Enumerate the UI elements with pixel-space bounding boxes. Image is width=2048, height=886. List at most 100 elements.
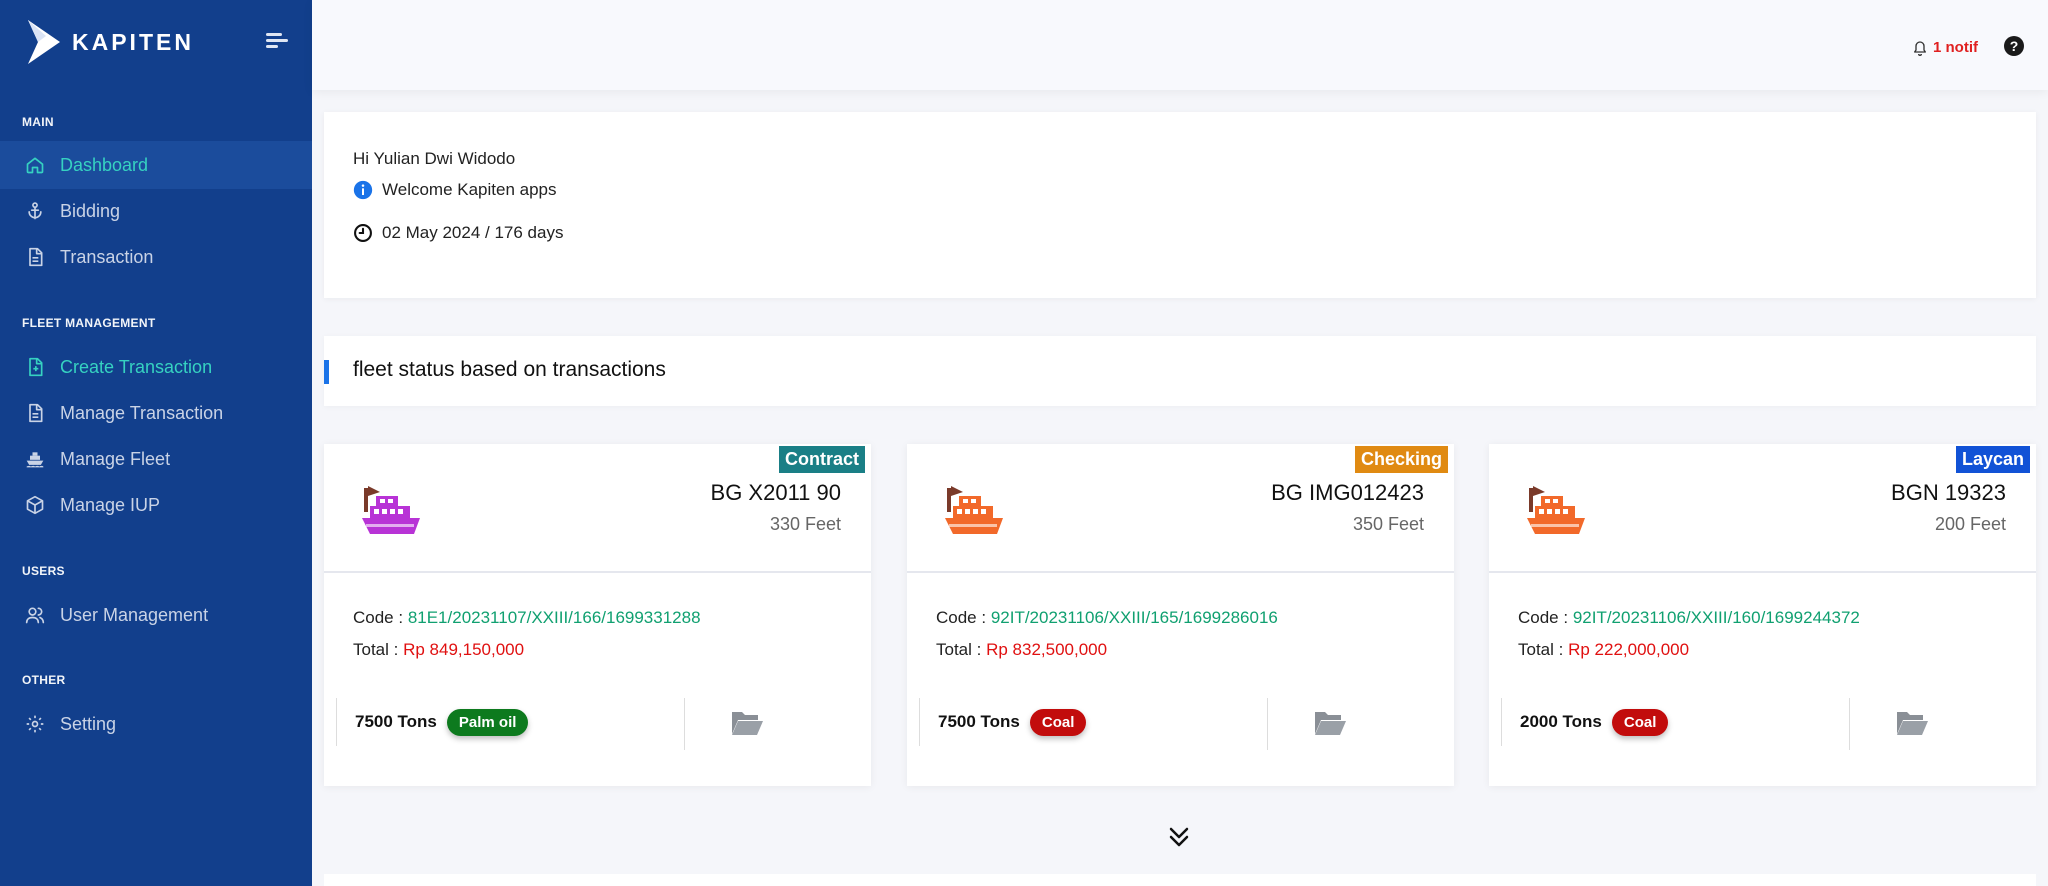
code-row: Code : 92IT/20231106/XXIII/160/169924437… [1518,608,1860,628]
status-badge: Laycan [1955,446,2030,473]
status-badge: Checking [1354,446,1448,473]
card-separator [1267,698,1268,750]
tons-value: 7500 Tons [938,712,1020,731]
fleet-card[interactable]: Laycan BGN 19323 200 Feet Code : 92IT/20… [1489,444,2036,786]
fleet-card[interactable]: Contract BG X2011 90 330 Feet Code : 81E… [324,444,871,786]
menu-toggle-icon[interactable] [266,32,288,50]
total-label: Total : [353,640,404,659]
info-icon [353,180,373,200]
gear-icon [24,713,46,735]
ship-icon [24,448,46,470]
sidebar-item-manage-iup[interactable]: Manage IUP [0,481,312,529]
ship-name: BG IMG012423 [1271,480,1424,505]
sidebar-item-label: Manage Fleet [60,448,171,469]
sidebar-item-label: Manage Transaction [60,402,224,423]
ship-name: BGN 19323 [1891,480,2006,505]
code-row: Code : 92IT/20231106/XXIII/165/169928601… [936,608,1278,628]
date-text: 02 May 2024 / 176 days [382,223,564,242]
sidebar-item-label: Manage IUP [60,494,161,515]
sidebar-item-label: Transaction [60,246,154,267]
section-label-users: USERS [22,564,65,578]
welcome-message: Welcome Kapiten apps [382,180,557,199]
tons-value: 7500 Tons [355,712,437,731]
file-plus-icon [24,356,46,378]
code-label: Code : [1518,608,1573,627]
topbar: 1 notif ? [312,0,2048,90]
ship-icon [362,486,420,534]
section-label-fleet: FLEET MANAGEMENT [22,316,156,330]
anchor-icon [24,200,46,222]
ship-size: 330 Feet [769,514,841,534]
users-icon [24,604,46,626]
sidebar-item-setting[interactable]: Setting [0,700,312,748]
document-icon [24,402,46,424]
code-label: Code : [353,608,408,627]
total-row: Total : Rp 849,150,000 [353,640,524,660]
status-badge: Contract [778,446,865,473]
card-divider [324,571,871,573]
fleet-section-title: fleet status based on transactions [353,358,666,381]
transaction-total: Rp 832,500,000 [986,640,1108,659]
section-accent-bar [324,360,329,384]
sidebar-item-label: Setting [60,713,117,734]
sidebar-item-manage-fleet[interactable]: Manage Fleet [0,435,312,483]
ship-size: 350 Feet [1352,514,1424,534]
ship-size: 200 Feet [1934,514,2006,534]
sidebar-item-label: User Management [60,604,209,625]
kapiten-logo-icon [28,20,60,64]
cargo-badge: Coal [1029,708,1087,736]
welcome-row: Welcome Kapiten apps [353,180,557,200]
fleet-card[interactable]: Checking BG IMG012423 350 Feet Code : 92… [907,444,1454,786]
brand-name: KAPITEN [72,28,194,55]
tons-value: 2000 Tons [1520,712,1602,731]
cargo-badge: Palm oil [446,708,529,736]
home-icon [24,154,46,176]
help-icon[interactable]: ? [2004,36,2024,56]
tonnage: 7500 Tons Coal [919,698,1087,746]
welcome-card: Hi Yulian Dwi Widodo Welcome Kapiten app… [324,112,2036,298]
fleet-section-header: fleet status based on transactions [324,336,2036,406]
card-separator [684,698,685,750]
sidebar-item-label: Bidding [60,200,121,221]
notification-button[interactable]: 1 notif [1912,39,1978,56]
sidebar-item-create-transaction[interactable]: Create Transaction [0,343,312,391]
document-icon [24,246,46,268]
brand[interactable]: KAPITEN [26,18,194,66]
transaction-total: Rp 849,150,000 [403,640,525,659]
folder-open-icon[interactable] [1895,708,1929,738]
section-label-main: MAIN [22,115,54,129]
section-label-other: OTHER [22,673,66,687]
sidebar-item-manage-transaction[interactable]: Manage Transaction [0,389,312,437]
double-chevron-down-icon[interactable] [1166,824,1192,850]
transaction-code: 81E1/20231107/XXIII/166/1699331288 [407,608,701,627]
bottom-panel-edge [324,874,2036,886]
card-divider [1489,571,2036,573]
sidebar-item-dashboard[interactable]: Dashboard [0,141,312,189]
box-icon [24,494,46,516]
total-row: Total : Rp 832,500,000 [936,640,1107,660]
sidebar-item-user-management[interactable]: User Management [0,591,312,639]
sidebar-item-bidding[interactable]: Bidding [0,187,312,235]
transaction-total: Rp 222,000,000 [1568,640,1690,659]
bell-icon [1914,40,1926,56]
date-row: 02 May 2024 / 176 days [353,223,563,243]
tonnage: 2000 Tons Coal [1501,698,1669,746]
folder-open-icon[interactable] [730,708,764,738]
clock-icon [354,224,372,242]
sidebar-item-transaction[interactable]: Transaction [0,233,312,281]
code-label: Code : [936,608,991,627]
total-label: Total : [936,640,987,659]
card-divider [907,571,1454,573]
folder-open-icon[interactable] [1313,708,1347,738]
ship-icon [945,486,1003,534]
total-row: Total : Rp 222,000,000 [1518,640,1689,660]
cargo-badge: Coal [1611,708,1669,736]
ship-icon [1527,486,1585,534]
sidebar-item-label: Create Transaction [60,356,213,377]
sidebar: KAPITEN MAIN Dashboard Bidding Transacti… [0,0,312,886]
sidebar-item-label: Dashboard [60,154,149,175]
transaction-code: 92IT/20231106/XXIII/160/1699244372 [1572,608,1860,627]
total-label: Total : [1518,640,1569,659]
notification-count: 1 notif [1933,39,1978,56]
code-row: Code : 81E1/20231107/XXIII/166/169933128… [353,608,701,628]
